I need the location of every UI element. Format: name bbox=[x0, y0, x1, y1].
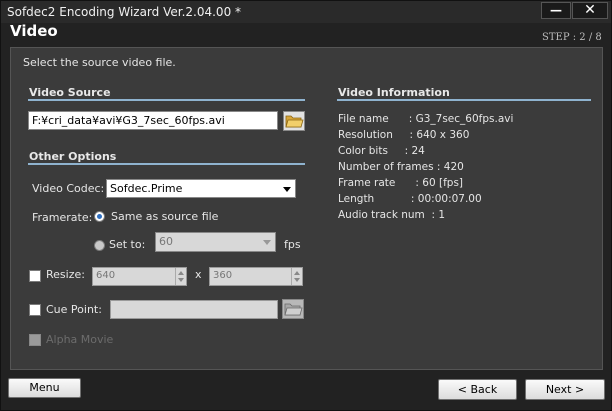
menu-button[interactable]: Menu bbox=[8, 378, 81, 398]
page-title: Video bbox=[10, 22, 58, 40]
back-button[interactable]: < Back bbox=[438, 379, 517, 400]
other-options-divider bbox=[28, 163, 305, 165]
info-file-name: File name : G3_7sec_60fps.avi bbox=[338, 113, 514, 125]
video-codec-select[interactable]: Sofdec.Prime bbox=[106, 179, 296, 198]
framerate-setto-label[interactable]: Set to: bbox=[109, 238, 145, 251]
framerate-value-select[interactable]: 60 bbox=[155, 232, 276, 252]
folder-open-icon bbox=[285, 115, 304, 128]
resize-x-label: x bbox=[195, 268, 202, 281]
resize-label[interactable]: Resize: bbox=[46, 268, 85, 281]
spin-arrows-icon[interactable] bbox=[291, 268, 302, 285]
chevron-down-icon bbox=[263, 240, 271, 245]
window-title: Sofdec2 Encoding Wizard Ver.2.04.00 * bbox=[7, 5, 242, 19]
wizard-window: Sofdec2 Encoding Wizard Ver.2.04.00 * — … bbox=[0, 0, 612, 411]
instruction-text: Select the source video file. bbox=[23, 56, 176, 69]
other-options-title: Other Options bbox=[29, 150, 117, 163]
framerate-setto-radio[interactable] bbox=[94, 240, 105, 251]
minimize-button[interactable]: — bbox=[541, 2, 571, 19]
browse-source-button[interactable] bbox=[283, 111, 305, 131]
cue-point-label[interactable]: Cue Point: bbox=[46, 303, 102, 316]
alpha-movie-checkbox[interactable] bbox=[29, 334, 41, 346]
source-path-input[interactable]: F:¥cri_data¥avi¥G3_7sec_60fps.avi bbox=[28, 111, 278, 130]
alpha-movie-label: Alpha Movie bbox=[46, 333, 114, 346]
title-bar: Sofdec2 Encoding Wizard Ver.2.04.00 * — … bbox=[1, 1, 611, 23]
resize-width-spin[interactable]: 640 bbox=[92, 267, 187, 286]
resize-checkbox[interactable] bbox=[29, 270, 41, 282]
info-audio-track-num: Audio track num : 1 bbox=[338, 209, 446, 221]
video-information-title: Video Information bbox=[338, 86, 450, 99]
info-number-of-frames: Number of frames : 420 bbox=[338, 161, 464, 173]
info-color-bits: Color bits : 24 bbox=[338, 145, 425, 157]
video-codec-label: Video Codec: bbox=[32, 182, 105, 195]
resize-height-spin[interactable]: 360 bbox=[209, 267, 303, 286]
framerate-value: 60 bbox=[159, 235, 173, 248]
fps-label: fps bbox=[284, 238, 301, 251]
spin-arrows-icon[interactable] bbox=[175, 268, 186, 285]
framerate-same-label[interactable]: Same as source file bbox=[111, 210, 218, 223]
folder-open-icon bbox=[284, 303, 303, 316]
close-button[interactable]: ✕ bbox=[572, 2, 608, 19]
step-indicator: STEP : 2 / 8 bbox=[542, 32, 602, 43]
video-codec-value: Sofdec.Prime bbox=[110, 182, 183, 195]
framerate-label: Framerate: bbox=[32, 211, 93, 224]
info-length: Length : 00:00:07.00 bbox=[338, 193, 482, 205]
video-source-title: Video Source bbox=[29, 86, 111, 99]
video-source-divider bbox=[28, 99, 305, 101]
framerate-same-radio[interactable] bbox=[94, 211, 105, 222]
cue-point-input[interactable] bbox=[110, 300, 278, 319]
browse-cue-point-button[interactable] bbox=[282, 299, 304, 319]
chevron-down-icon bbox=[283, 187, 291, 192]
info-resolution: Resolution : 640 x 360 bbox=[338, 129, 470, 141]
cue-point-checkbox[interactable] bbox=[29, 304, 41, 316]
video-information-divider bbox=[337, 99, 591, 101]
resize-height-value: 360 bbox=[213, 270, 233, 281]
resize-width-value: 640 bbox=[96, 270, 116, 281]
info-frame-rate: Frame rate : 60 [fps] bbox=[338, 177, 464, 189]
next-button[interactable]: Next > bbox=[525, 379, 605, 400]
